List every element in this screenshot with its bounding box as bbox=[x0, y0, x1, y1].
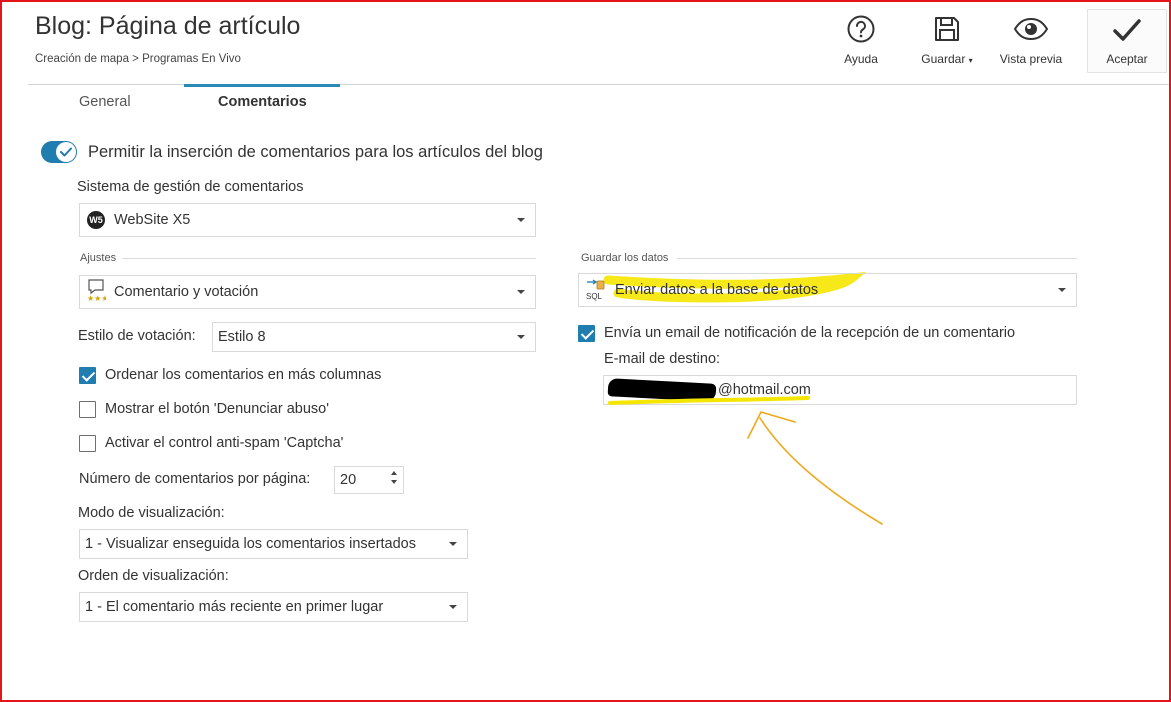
display-order-label: Orden de visualización: bbox=[78, 568, 229, 584]
display-order-value: 1 - El comentario más reciente en primer… bbox=[85, 599, 384, 615]
display-mode-label: Modo de visualización: bbox=[78, 505, 225, 521]
save-data-value: Enviar datos a la base de datos bbox=[615, 282, 819, 298]
settings-header: Ajustes bbox=[80, 252, 117, 264]
comment-rating-icon: ★★★ bbox=[86, 278, 109, 306]
per-page-stepper[interactable]: 20 bbox=[334, 466, 404, 494]
report-abuse-label: Mostrar el botón 'Denunciar abuso' bbox=[105, 401, 329, 417]
allow-comments-toggle[interactable] bbox=[41, 141, 77, 163]
annotation-arrow-icon bbox=[608, 396, 883, 525]
order-columns-label: Ordenar los comentarios en más columnas bbox=[105, 367, 382, 383]
save-data-header: Guardar los datos bbox=[581, 252, 669, 264]
settings-select[interactable]: ★★★ Comentario y votación bbox=[79, 275, 536, 309]
stepper-down-icon[interactable] bbox=[391, 480, 397, 484]
help-label: Ayuda bbox=[844, 52, 878, 66]
save-button[interactable]: Guardar ▾ bbox=[907, 14, 987, 66]
display-order-select[interactable]: 1 - El comentario más reciente en primer… bbox=[79, 592, 468, 622]
accept-label: Aceptar bbox=[1106, 52, 1148, 66]
captcha-checkbox[interactable] bbox=[79, 435, 96, 452]
accept-button[interactable]: Aceptar bbox=[1087, 9, 1167, 73]
vote-style-label: Estilo de votación: bbox=[78, 328, 196, 344]
chevron-down-icon: ▾ bbox=[968, 56, 973, 65]
captcha-label: Activar el control anti-spam 'Captcha' bbox=[105, 435, 344, 451]
floppy-disk-icon bbox=[907, 14, 987, 48]
vote-style-value: Estilo 8 bbox=[218, 329, 266, 345]
comment-system-label: Sistema de gestión de comentarios bbox=[77, 179, 304, 195]
preview-button[interactable]: Vista previa bbox=[991, 14, 1071, 66]
sql-database-icon: SQL bbox=[586, 279, 606, 301]
allow-comments-label: Permitir la inserción de comentarios par… bbox=[88, 143, 543, 161]
settings-divider bbox=[122, 258, 536, 259]
breadcrumb[interactable]: Creación de mapa > Programas En Vivo bbox=[35, 53, 241, 65]
settings-value: Comentario y votación bbox=[114, 284, 259, 300]
tab-comments[interactable]: Comentarios bbox=[218, 94, 307, 110]
help-button[interactable]: Ayuda bbox=[821, 14, 901, 66]
preview-label: Vista previa bbox=[999, 52, 1063, 66]
websitex5-logo-icon: W5 bbox=[87, 211, 105, 229]
dropdown-caret-icon bbox=[449, 605, 457, 609]
tab-general[interactable]: General bbox=[79, 94, 131, 110]
dropdown-caret-icon bbox=[1058, 288, 1066, 292]
order-columns-checkbox[interactable] bbox=[79, 367, 96, 384]
notify-email-label: Envía un email de notificación de la rec… bbox=[604, 325, 1016, 341]
display-mode-value: 1 - Visualizar enseguida los comentarios… bbox=[85, 536, 416, 552]
toggle-check-icon bbox=[56, 142, 76, 162]
eye-icon bbox=[991, 14, 1071, 48]
stepper-up-icon[interactable] bbox=[391, 471, 397, 475]
notify-email-checkbox[interactable] bbox=[578, 325, 595, 342]
report-abuse-checkbox[interactable] bbox=[79, 401, 96, 418]
help-icon bbox=[821, 14, 901, 48]
per-page-value: 20 bbox=[340, 472, 357, 488]
vote-style-select[interactable]: Estilo 8 bbox=[212, 322, 536, 352]
active-tab-indicator bbox=[184, 84, 340, 87]
dropdown-caret-icon bbox=[449, 542, 457, 546]
dropdown-caret-icon bbox=[517, 290, 525, 294]
save-data-select[interactable]: SQL Enviar datos a la base de datos bbox=[578, 273, 1077, 307]
sql-icon-text: SQL bbox=[586, 292, 603, 301]
email-destination-label: E-mail de destino: bbox=[604, 351, 721, 367]
save-data-divider bbox=[677, 258, 1077, 259]
svg-text:★★★: ★★★ bbox=[87, 294, 106, 302]
comment-system-value: WebSite X5 bbox=[114, 212, 191, 228]
per-page-label: Número de comentarios por página: bbox=[79, 471, 311, 487]
dropdown-caret-icon bbox=[517, 335, 525, 339]
checkmark-icon bbox=[1088, 10, 1166, 44]
save-label: Guardar bbox=[921, 52, 966, 66]
page-title: Blog: Página de artículo bbox=[35, 12, 301, 40]
display-mode-select[interactable]: 1 - Visualizar enseguida los comentarios… bbox=[79, 529, 468, 559]
dropdown-caret-icon bbox=[517, 218, 525, 222]
comment-system-select[interactable]: W5 WebSite X5 bbox=[79, 203, 536, 237]
